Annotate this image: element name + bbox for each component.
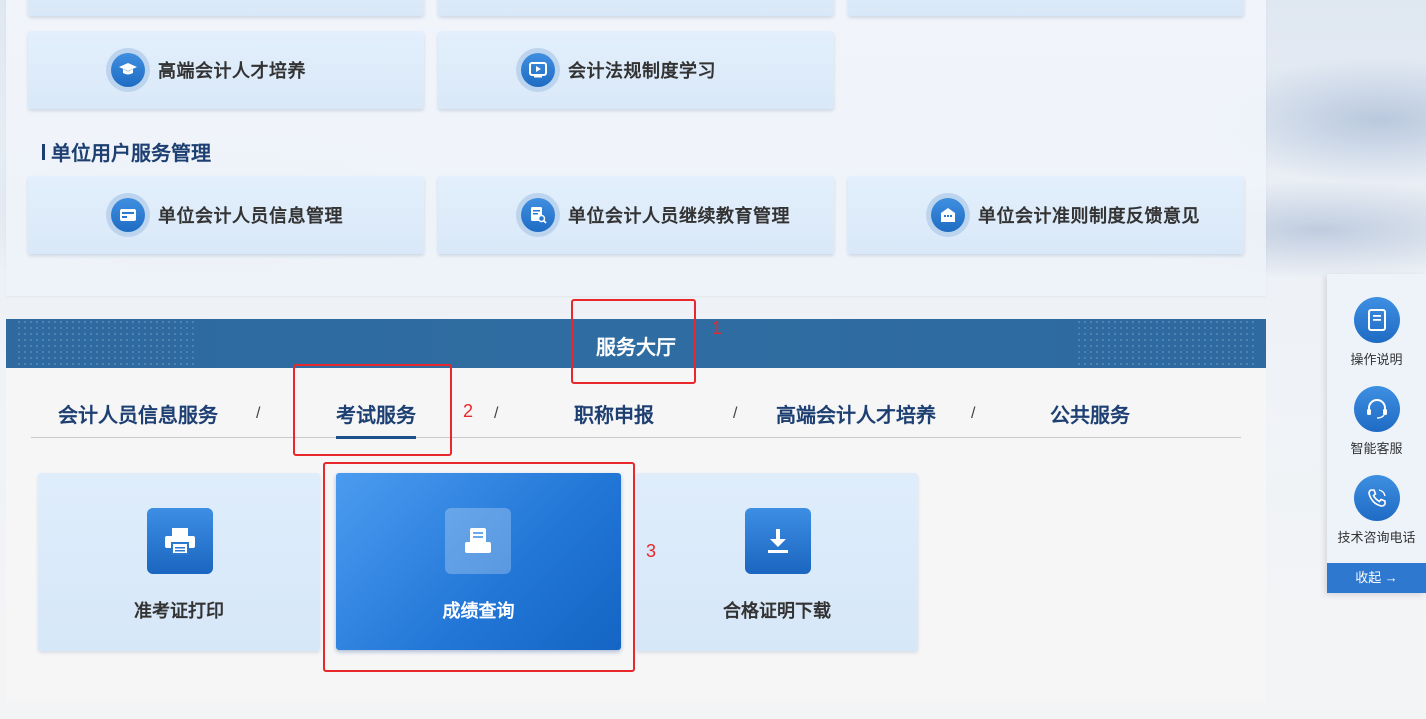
manual-icon (1353, 297, 1400, 343)
side-item-tech-phone[interactable]: 技术咨询电话 (1327, 475, 1426, 546)
service-tabs: 会计人员信息服务 / 考试服务 / 职称申报 / 高端会计人才培养 / 公共服务 (31, 399, 1241, 439)
unit-staff-info-label: 单位会计人员信息管理 (158, 206, 343, 226)
annotation-box-1 (571, 299, 696, 384)
annotation-box-3 (323, 462, 635, 672)
side-item-customer-service[interactable]: 智能客服 (1327, 386, 1426, 457)
headset-icon (1353, 386, 1400, 432)
unit-section-title-text: 单位用户服务管理 (51, 143, 211, 165)
unit-education-card[interactable]: 单位会计人员继续教育管理 (438, 176, 834, 254)
law-study-card[interactable]: 会计法规制度学习 (438, 31, 834, 109)
annotation-number-2: 2 (463, 401, 474, 421)
tab-separator: / (733, 405, 738, 422)
certificate-download-card[interactable]: 合格证明下载 (636, 473, 918, 651)
top-services-panel: 高端会计人才培养 会计法规制度学习 单位用户服务管理 单位会计人员信息管理 单位… (6, 0, 1266, 296)
unit-feedback-card[interactable]: 单位会计准则制度反馈意见 (848, 176, 1244, 254)
certificate-download-label: 合格证明下载 (723, 601, 831, 621)
annotation-box-2 (293, 364, 452, 456)
annotation-number-1: 1 (712, 318, 723, 338)
video-play-icon (516, 48, 560, 92)
high-end-training-card[interactable]: 高端会计人才培养 (28, 31, 424, 109)
high-end-training-label: 高端会计人才培养 (158, 61, 306, 81)
tab-separator: / (971, 405, 976, 422)
tab-public-service[interactable]: 公共服务 (1050, 399, 1130, 436)
top-card-partial-3[interactable] (848, 0, 1244, 16)
tab-separator: / (256, 405, 261, 422)
download-icon (745, 508, 811, 574)
printer-icon (147, 508, 213, 574)
tab-high-end-training[interactable]: 高端会计人才培养 (776, 399, 936, 436)
tab-separator: / (494, 405, 499, 422)
tab-accountant-info[interactable]: 会计人员信息服务 (58, 399, 218, 436)
side-item-manual[interactable]: 操作说明 (1327, 297, 1426, 368)
admission-ticket-print-label: 准考证打印 (134, 601, 224, 621)
side-item-manual-label: 操作说明 (1350, 352, 1403, 367)
collapse-button[interactable]: 收起 → (1327, 563, 1426, 593)
document-search-icon (516, 193, 560, 237)
side-item-tech-phone-label: 技术咨询电话 (1337, 530, 1416, 545)
tab-title-application[interactable]: 职称申报 (574, 399, 654, 436)
annotation-number-3: 3 (646, 541, 657, 561)
phone-icon (1353, 475, 1400, 521)
graduation-cap-icon (106, 48, 150, 92)
unit-section-title: 单位用户服务管理 (42, 137, 211, 166)
unit-feedback-label: 单位会计准则制度反馈意见 (978, 206, 1200, 226)
admission-ticket-print-card[interactable]: 准考证打印 (38, 473, 320, 651)
building-icon (926, 193, 970, 237)
title-bar-decoration (42, 143, 45, 160)
side-item-customer-service-label: 智能客服 (1350, 441, 1403, 456)
law-study-label: 会计法规制度学习 (568, 61, 716, 81)
side-help-panel: 操作说明 智能客服 技术咨询电话 收起 → (1327, 274, 1426, 593)
unit-education-label: 单位会计人员继续教育管理 (568, 206, 790, 226)
top-card-partial-1[interactable] (28, 0, 424, 16)
id-card-icon (106, 193, 150, 237)
top-card-partial-2[interactable] (438, 0, 834, 16)
unit-staff-info-card[interactable]: 单位会计人员信息管理 (28, 176, 424, 254)
